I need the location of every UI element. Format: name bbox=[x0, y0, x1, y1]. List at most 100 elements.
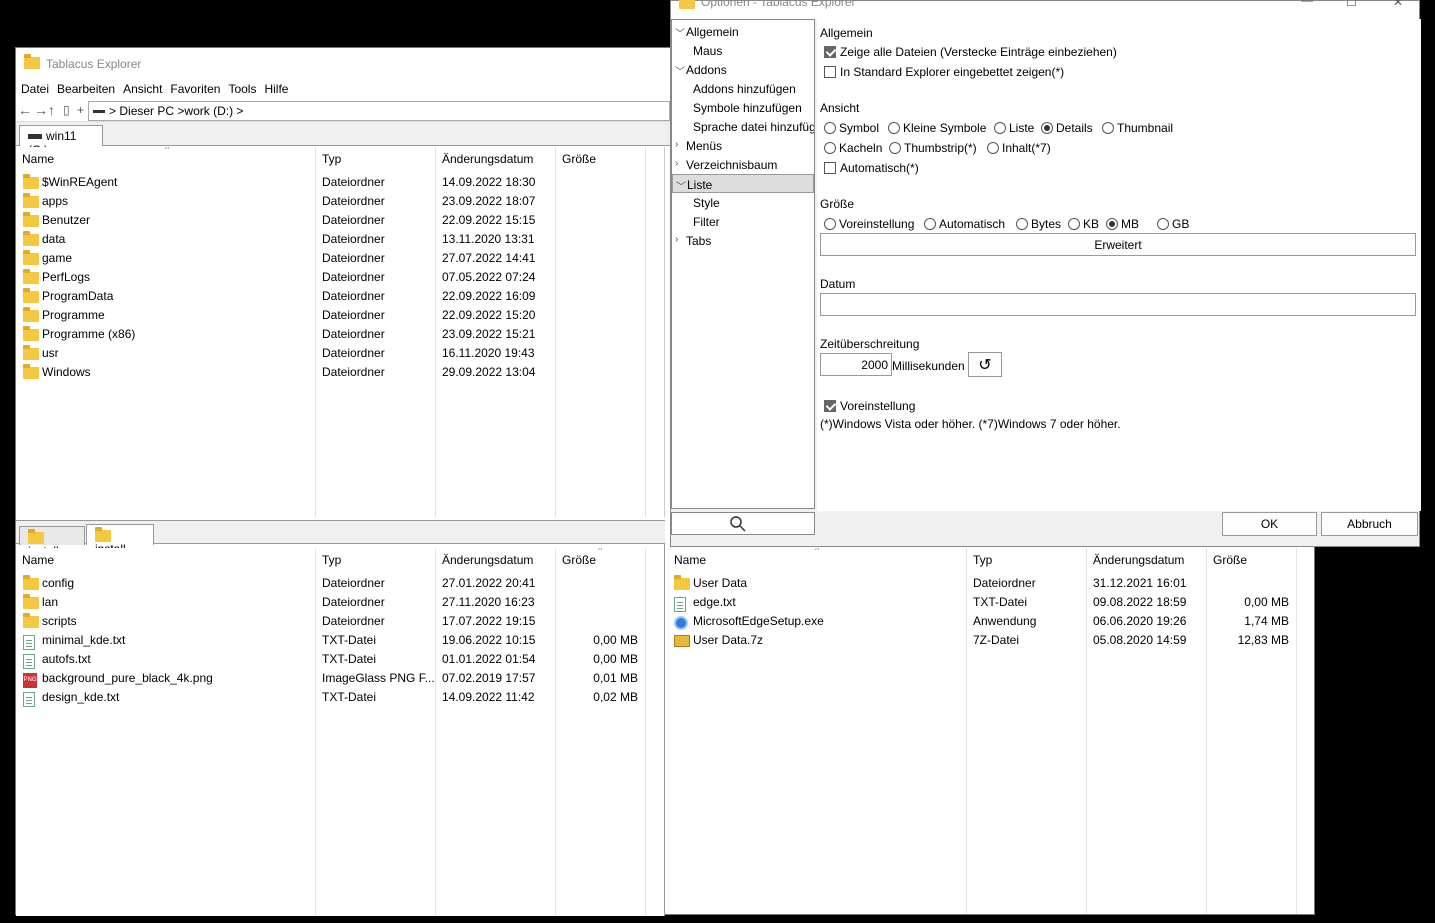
tree-item-menüs[interactable]: › Menüs bbox=[672, 136, 814, 155]
table-row[interactable]: data Dateiordner 13.11.2020 13:31 bbox=[16, 229, 663, 248]
table-row[interactable]: design_kde.txt TXT-Datei 14.09.2022 11:42 0… bbox=[16, 687, 664, 707]
chevron-right-icon[interactable]: › bbox=[675, 234, 678, 245]
back-arrow-icon[interactable]: ← bbox=[18, 103, 32, 117]
size-option-gb[interactable]: GB bbox=[1157, 217, 1189, 231]
table-row[interactable]: ProgramData Dateiordner 22.09.2022 16:09 bbox=[16, 286, 663, 305]
dialog-title-bar[interactable]: Optionen - Tablacus Explorer — ☐ ✕ bbox=[671, 0, 1419, 19]
view-option-details[interactable]: Details bbox=[1041, 121, 1093, 135]
maximize-icon[interactable]: ☐ bbox=[1346, 0, 1357, 9]
tree-item-verzeichnisbaum[interactable]: › Verzeichnisbaum bbox=[672, 155, 814, 174]
tree-search-button[interactable] bbox=[671, 512, 815, 535]
size-option-bytes[interactable]: Bytes bbox=[1016, 217, 1061, 231]
column-header-name[interactable]: Name bbox=[674, 553, 706, 567]
view-option-kacheln[interactable]: Kacheln bbox=[824, 141, 882, 155]
breadcrumb-work-d[interactable]: work (D:) bbox=[184, 104, 233, 118]
table-row[interactable]: User Data.7z 7Z-Datei 05.08.2020 14:59 12,8… bbox=[667, 630, 1314, 649]
table-row[interactable]: config Dateiordner 27.01.2022 20:41 bbox=[16, 573, 664, 592]
view-option-inhalt-7-[interactable]: Inhalt(*7) bbox=[987, 141, 1051, 155]
auto-checkbox[interactable]: Automatisch(*) bbox=[824, 161, 919, 175]
table-row[interactable]: apps Dateiordner 23.09.2022 18:07 bbox=[16, 191, 663, 210]
options-tree[interactable]: ﹀ Allgemein Maus ﹀ Addons Addons hinzufügen Sy… bbox=[671, 19, 815, 509]
menu-ansicht[interactable]: Ansicht bbox=[118, 79, 165, 96]
column-header-name[interactable]: Name bbox=[22, 553, 54, 567]
chevron-down-icon[interactable]: ﹀ bbox=[675, 25, 685, 40]
column-header-date[interactable]: Änderungsdatum bbox=[442, 152, 533, 166]
tab-install-1[interactable]: install bbox=[19, 526, 85, 558]
tree-item-filter[interactable]: Filter bbox=[672, 212, 814, 231]
size-option-mb[interactable]: MB bbox=[1106, 217, 1139, 231]
timeout-input[interactable]: 2000 bbox=[820, 353, 892, 376]
table-row[interactable]: game Dateiordner 27.07.2022 14:41 bbox=[16, 248, 663, 267]
tree-item-tabs[interactable]: › Tabs bbox=[672, 231, 814, 250]
menu-tools[interactable]: Tools bbox=[223, 79, 259, 96]
up-arrow-icon[interactable]: ↑ bbox=[48, 103, 55, 117]
table-row[interactable]: MicrosoftEdgeSetup.exe Anwendung 06.06.202… bbox=[667, 611, 1314, 630]
size-option-automatisch[interactable]: Automatisch bbox=[924, 217, 1005, 231]
bottom-right-file-list[interactable]: Name ^ Typ Änderungsdatum Größe User Dat… bbox=[667, 548, 1314, 914]
table-row[interactable]: $WinREAgent Dateiordner 14.09.2022 18:30 bbox=[16, 172, 663, 191]
menu-bearbeiten[interactable]: Bearbeiten bbox=[52, 79, 118, 96]
embedded-checkbox[interactable]: In Standard Explorer eingebettet zeigen(… bbox=[824, 65, 1064, 79]
cancel-button[interactable]: Abbruch bbox=[1321, 512, 1418, 536]
menu-hilfe[interactable]: Hilfe bbox=[259, 79, 291, 96]
chevron-right-icon[interactable]: › bbox=[675, 139, 678, 150]
chevron-right-icon[interactable]: › bbox=[675, 158, 678, 169]
table-row[interactable]: Benutzer Dateiordner 22.09.2022 15:15 bbox=[16, 210, 663, 229]
view-option-thumbnail[interactable]: Thumbnail bbox=[1102, 121, 1173, 135]
table-row[interactable]: Windows Dateiordner 29.09.2022 13:04 bbox=[16, 362, 663, 381]
chevron-down-icon[interactable]: ﹀ bbox=[676, 178, 686, 193]
menu-favoriten[interactable]: Favoriten bbox=[165, 79, 223, 96]
table-row[interactable]: User Data Dateiordner 31.12.2021 16:01 bbox=[667, 573, 1314, 592]
table-row[interactable]: PNG background_pure_black_4k.png ImageGlas… bbox=[16, 668, 664, 688]
close-icon[interactable]: ✕ bbox=[1393, 0, 1403, 9]
column-header-type[interactable]: Typ bbox=[973, 553, 992, 567]
breadcrumb-this-pc[interactable]: Dieser PC bbox=[119, 104, 174, 118]
new-tab-button[interactable]: + bbox=[77, 103, 84, 117]
tree-item-maus[interactable]: Maus bbox=[672, 41, 814, 60]
copy-icon[interactable]: ▯ bbox=[63, 103, 70, 117]
top-file-list[interactable]: Name ^ Typ Änderungsdatum Größe $WinREAg… bbox=[16, 147, 663, 517]
table-row[interactable]: minimal_kde.txt TXT-Datei 19.06.2022 10:15… bbox=[16, 630, 664, 650]
date-input[interactable] bbox=[820, 293, 1416, 316]
bottom-left-file-list[interactable]: Name Typ Änderungsdatum Größe ^ config Da… bbox=[16, 548, 664, 916]
column-header-size[interactable]: Größe bbox=[562, 152, 596, 166]
default-checkbox[interactable]: Voreinstellung bbox=[824, 399, 915, 413]
table-row[interactable]: lan Dateiordner 27.11.2020 16:23 bbox=[16, 592, 664, 611]
tree-item-sprache-datei-hinzufüg[interactable]: Sprache datei hinzufüg bbox=[672, 117, 814, 136]
chevron-down-icon[interactable]: ﹀ bbox=[675, 63, 685, 78]
column-header-type[interactable]: Typ bbox=[322, 152, 341, 166]
size-option-voreinstellung[interactable]: Voreinstellung bbox=[824, 217, 914, 231]
view-option-thumbstrip-[interactable]: Thumbstrip(*) bbox=[889, 141, 977, 155]
column-header-type[interactable]: Typ bbox=[322, 553, 341, 567]
view-option-kleine-symbole[interactable]: Kleine Symbole bbox=[888, 121, 986, 135]
tab-install-2[interactable]: install bbox=[86, 524, 154, 556]
forward-arrow-icon[interactable]: → bbox=[34, 103, 48, 117]
tree-item-allgemein[interactable]: ﹀ Allgemein bbox=[672, 22, 814, 41]
column-header-size[interactable]: Größe bbox=[562, 553, 596, 567]
column-header-date[interactable]: Änderungsdatum bbox=[1093, 553, 1184, 567]
reset-button[interactable]: ↺ bbox=[968, 352, 1002, 377]
table-row[interactable]: Programme (x86) Dateiordner 23.09.2022 15:… bbox=[16, 324, 663, 343]
table-row[interactable]: PerfLogs Dateiordner 07.05.2022 07:24 bbox=[16, 267, 663, 286]
table-row[interactable]: Programme Dateiordner 22.09.2022 15:20 bbox=[16, 305, 663, 324]
column-header-name[interactable]: Name bbox=[22, 152, 54, 166]
address-bar[interactable]: > Dieser PC >work (D:) > bbox=[88, 101, 670, 121]
table-row[interactable]: usr Dateiordner 16.11.2020 19:43 bbox=[16, 343, 663, 362]
ok-button[interactable]: OK bbox=[1222, 512, 1317, 536]
table-row[interactable]: edge.txt TXT-Datei 09.08.2022 18:59 0,00 MB bbox=[667, 592, 1314, 612]
advanced-button[interactable]: Erweitert bbox=[820, 233, 1416, 256]
show-all-checkbox[interactable]: Zeige alle Dateien (Verstecke Einträge e… bbox=[824, 45, 1117, 59]
tree-item-symbole-hinzufügen[interactable]: Symbole hinzufügen bbox=[672, 98, 814, 117]
size-option-kb[interactable]: KB bbox=[1068, 217, 1099, 231]
tree-item-addons[interactable]: ﹀ Addons bbox=[672, 60, 814, 79]
table-row[interactable]: scripts Dateiordner 17.07.2022 19:15 bbox=[16, 611, 664, 630]
tree-item-style[interactable]: Style bbox=[672, 193, 814, 212]
column-header-size[interactable]: Größe bbox=[1213, 553, 1247, 567]
column-header-date[interactable]: Änderungsdatum bbox=[442, 553, 533, 567]
view-option-symbol[interactable]: Symbol bbox=[824, 121, 879, 135]
tree-item-liste[interactable]: ﹀ Liste bbox=[672, 174, 814, 193]
view-option-liste[interactable]: Liste bbox=[994, 121, 1034, 135]
tree-item-addons-hinzufügen[interactable]: Addons hinzufügen bbox=[672, 79, 814, 98]
menu-datei[interactable]: Datei bbox=[16, 79, 52, 96]
table-row[interactable]: autofs.txt TXT-Datei 01.01.2022 01:54 0,00 … bbox=[16, 649, 664, 669]
